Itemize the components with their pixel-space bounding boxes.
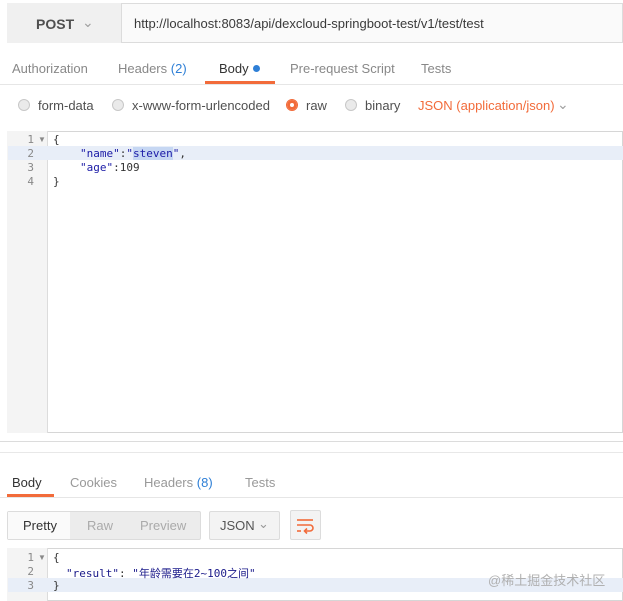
tab-body-label: Body xyxy=(219,61,249,76)
radio-urlencoded[interactable]: x-www-form-urlencoded xyxy=(112,98,270,113)
json-key: "age" xyxy=(80,161,114,174)
response-tab-headers[interactable]: Headers (8) xyxy=(144,475,213,490)
tab-authorization[interactable]: Authorization xyxy=(12,61,88,76)
tab-tests[interactable]: Tests xyxy=(421,61,451,76)
wrap-lines-icon xyxy=(297,519,314,535)
radio-form-data[interactable]: form-data xyxy=(18,98,94,113)
response-tab-cookies[interactable]: Cookies xyxy=(70,475,117,490)
json-key: "name" xyxy=(80,147,120,160)
headers-count: (8) xyxy=(196,475,213,490)
json-key: "result" xyxy=(66,567,119,580)
code-token: : xyxy=(118,567,133,580)
content-type-select[interactable]: JSON (application/json) xyxy=(418,98,555,113)
line-number: 2 xyxy=(27,147,34,160)
divider xyxy=(0,452,623,453)
format-label: JSON xyxy=(220,518,255,533)
response-tab-headers-label: Headers xyxy=(144,475,194,490)
radio-raw[interactable]: raw xyxy=(286,98,327,113)
radio-label: form-data xyxy=(38,98,94,113)
chevron-down-icon[interactable]: ⌄ xyxy=(557,96,569,113)
fold-arrow-icon[interactable]: ▼ xyxy=(38,553,46,562)
code-token: " xyxy=(126,147,133,160)
headers-count: (2) xyxy=(170,61,187,76)
code-line: "name":"steven", xyxy=(80,147,186,160)
radio-selected-icon xyxy=(286,99,298,111)
radio-label: binary xyxy=(365,98,401,113)
tab-pre-request-script[interactable]: Pre-request Script xyxy=(290,61,395,76)
code-line: "result": "年龄需要在2~100之间" xyxy=(66,565,256,581)
wrap-lines-button[interactable] xyxy=(290,510,321,540)
radio-circle-icon xyxy=(345,99,357,111)
line-number: 3 xyxy=(27,161,34,174)
line-number: 3 xyxy=(27,579,34,592)
tab-headers[interactable]: Headers (2) xyxy=(118,61,187,76)
line-number: 2 xyxy=(27,565,34,578)
response-tab-tests[interactable]: Tests xyxy=(245,475,275,490)
radio-circle-icon xyxy=(18,99,30,111)
code-token: , xyxy=(179,147,186,160)
radio-label: x-www-form-urlencoded xyxy=(132,98,270,113)
json-string-value: "年龄需要在2~100之间" xyxy=(132,567,256,580)
pretty-button[interactable]: Pretty xyxy=(23,518,57,533)
raw-button[interactable]: Raw xyxy=(87,518,113,533)
pane-splitter[interactable] xyxy=(0,441,623,442)
line-number: 1 xyxy=(27,133,34,146)
tabs-divider xyxy=(0,84,623,85)
preview-button[interactable]: Preview xyxy=(140,518,186,533)
watermark: @稀土掘金技术社区 xyxy=(488,573,606,588)
url-input[interactable]: http://localhost:8083/api/dexcloud-sprin… xyxy=(134,16,484,31)
response-tab-body[interactable]: Body xyxy=(12,475,42,490)
code-line: } xyxy=(53,579,60,592)
code-line: { xyxy=(53,133,60,146)
radio-binary[interactable]: binary xyxy=(345,98,400,113)
radio-label: raw xyxy=(306,98,327,113)
fold-arrow-icon[interactable]: ▼ xyxy=(38,135,46,144)
tabs-divider xyxy=(0,497,623,498)
request-body-editor[interactable] xyxy=(7,131,623,433)
line-number: 1 xyxy=(27,551,34,564)
code-line: } xyxy=(53,175,60,188)
selected-text: steven xyxy=(133,147,173,160)
radio-circle-icon xyxy=(112,99,124,111)
modified-dot-icon xyxy=(252,65,260,72)
tab-headers-label: Headers xyxy=(118,61,168,76)
tab-body[interactable]: Body xyxy=(219,61,260,76)
code-line: { xyxy=(53,551,60,564)
code-token: :109 xyxy=(113,161,140,174)
chevron-down-icon: ⌄ xyxy=(258,516,269,531)
code-line: "age":109 xyxy=(80,161,140,174)
line-number: 4 xyxy=(27,175,34,188)
method-label: POST xyxy=(36,16,75,32)
chevron-down-icon[interactable]: ⌄ xyxy=(82,14,94,31)
